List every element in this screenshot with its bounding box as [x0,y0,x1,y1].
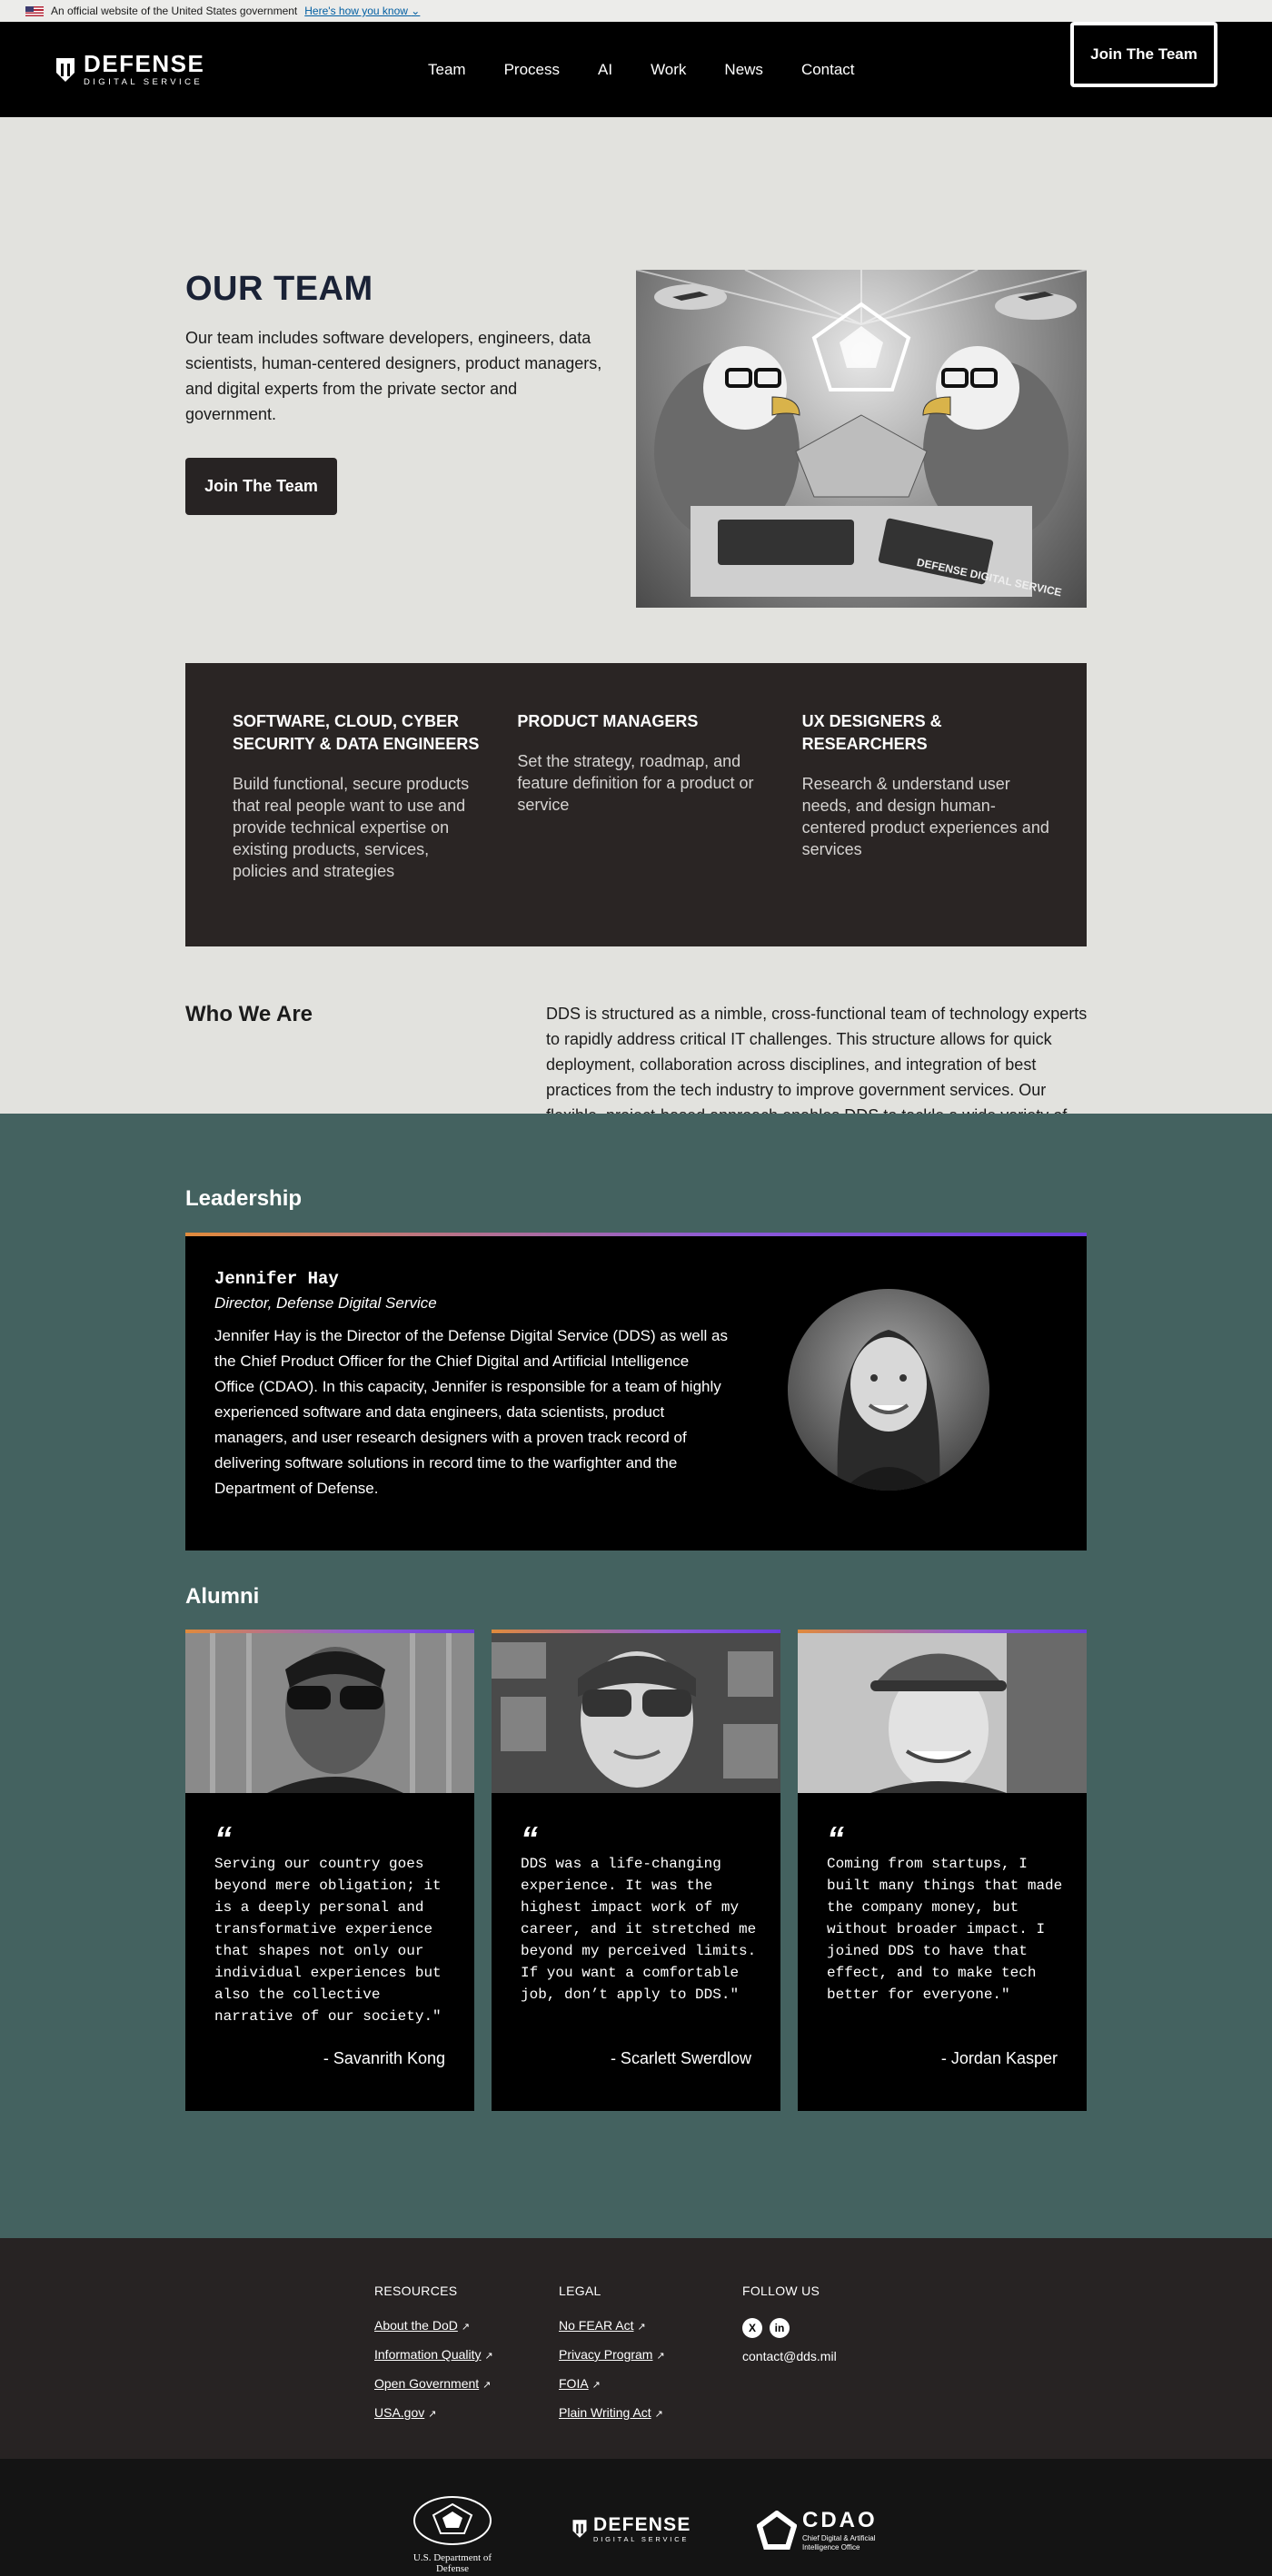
nav-process[interactable]: Process [504,61,560,79]
hero-illustration: DEFENSE DIGITAL SERVICE [636,270,1087,608]
external-link-icon: ↗ [591,2380,601,2391]
heres-how-you-know-link[interactable]: Here's how you know ⌄ [304,5,420,17]
alumni-quote: Serving our country goes beyond mere obl… [214,1856,442,2025]
card-accent-bar [185,1233,1087,1236]
our-team-section: OUR TEAM Our team includes software deve… [0,117,1272,1150]
alumni-name: - Savanrith Kong [323,2049,445,2067]
leader-photo [788,1289,989,1491]
dod-logo[interactable]: U.S. Department of Defense [398,2495,507,2574]
people-section: Leadership Jennifer Hay Director, Defens… [0,1114,1272,2238]
role-title: SOFTWARE, CLOUD, CYBER SECURITY & DATA E… [233,712,480,753]
main-nav: Team Process AI Work News Contact [428,22,855,117]
quote-icon: “ [521,1820,538,1858]
site-footer: RESOURCES About the DoD ↗ Information Qua… [0,2238,1272,2459]
footer-heading: FOLLOW US [742,2284,820,2298]
footer-link-information-quality[interactable]: Information Quality ↗ [374,2347,493,2362]
footer-logo-title: DEFENSE [593,2514,691,2535]
footer-logos: U.S. Department of Defense DEFENSE DIGIT… [0,2459,1272,2576]
dod-caption: U.S. Department of Defense [412,2552,492,2574]
x-icon[interactable]: X [742,2318,762,2338]
who-we-are-heading: Who We Are [185,1002,313,1026]
team-intro: Our team includes software developers, e… [185,329,602,423]
footer-resources: RESOURCES About the DoD ↗ Information Qua… [374,2284,493,2434]
leadership-card: Jennifer Hay Director, Defense Digital S… [185,1233,1087,1551]
role-engineers: SOFTWARE, CLOUD, CYBER SECURITY & DATA E… [233,710,517,946]
role-description: Build functional, secure products that r… [233,775,470,880]
chevron-down-icon: ⌄ [411,5,421,17]
nav-contact[interactable]: Contact [801,61,855,79]
logo-subtitle: DIGITAL SERVICE [84,77,204,88]
footer-logo-subtitle: DIGITAL SERVICE [593,2535,690,2543]
role-title: PRODUCT MANAGERS [517,712,699,730]
external-link-icon: ↗ [484,2351,493,2362]
footer-legal: LEGAL No FEAR Act ↗ Privacy Program ↗ FOIA… [559,2284,665,2434]
role-description: Set the strategy, roadmap, and feature d… [517,752,754,814]
gov-banner: An official website of the United States… [0,0,1272,22]
role-ux-designers: UX DESIGNERS & RESEARCHERS Research & un… [802,710,1087,946]
leader-name: Jennifer Hay [214,1269,339,1289]
dds-footer-logo[interactable]: DEFENSE DIGITAL SERVICE [571,2515,691,2543]
alumni-name: - Scarlett Swerdlow [610,2049,751,2067]
alumni-quote: DDS was a life-changing experience. It w… [521,1856,757,2003]
alumni-heading: Alumni [185,1584,260,1609]
alumni-name: - Jordan Kasper [940,2049,1058,2067]
dds-shield-icon [56,57,75,82]
role-product-managers: PRODUCT MANAGERS Set the strategy, roadm… [517,710,801,946]
pentagon-seal-icon [413,2496,492,2545]
leader-role: Director, Defense Digital Service [214,1294,437,1312]
alumni-photo [185,1633,474,1793]
cdao-logo[interactable]: CDAO Chief Digital & Artificial Intellig… [757,2510,884,2551]
footer-link-no-fear-act[interactable]: No FEAR Act ↗ [559,2318,665,2333]
nav-ai[interactable]: AI [598,61,612,79]
footer-link-privacy-program[interactable]: Privacy Program ↗ [559,2347,665,2362]
alumni-photo [492,1633,780,1793]
contact-email[interactable]: contact@dds.mil [742,2349,837,2363]
quote-icon: “ [827,1820,844,1858]
social-links: X in [742,2318,837,2338]
leadership-heading: Leadership [185,1186,303,1211]
role-description: Research & understand user needs, and de… [801,775,1049,858]
header-join-team-button[interactable]: Join The Team [1070,22,1217,87]
dds-shield-icon [572,2520,587,2538]
external-link-icon: ↗ [428,2409,437,2420]
us-flag-icon [25,5,44,16]
role-title: UX DESIGNERS & RESEARCHERS [801,712,942,753]
cdao-subtitle: Chief Digital & Artificial Intelligence … [802,2534,876,2551]
alumni-quote: Coming from startups, I built many thing… [827,1856,1063,2003]
eagles-illustration: DEFENSE DIGITAL SERVICE [636,270,1087,599]
footer-link-usa-gov[interactable]: USA.gov ↗ [374,2405,493,2420]
footer-link-plain-writing-act[interactable]: Plain Writing Act ↗ [559,2405,665,2420]
linkedin-icon[interactable]: in [770,2318,790,2338]
footer-heading: LEGAL [559,2284,601,2298]
nav-team[interactable]: Team [428,61,466,79]
nav-work[interactable]: Work [651,61,686,79]
external-link-icon: ↗ [461,2322,471,2333]
external-link-icon: ↗ [637,2322,646,2333]
footer-follow: FOLLOW US X in contact@dds.mil [742,2284,837,2363]
nav-news[interactable]: News [724,61,763,79]
external-link-icon: ↗ [482,2380,492,2391]
gov-banner-text: An official website of the United States… [51,5,298,17]
external-link-icon: ↗ [654,2409,663,2420]
alumni-card: “ Coming from startups, I built many thi… [798,1630,1087,2111]
cdao-pentagon-icon [757,2511,797,2551]
alumni-card: “ Serving our country goes beyond mere o… [185,1630,474,2111]
logo-title: DEFENSE [84,50,205,78]
cdao-title: CDAO [802,2508,878,2532]
footer-link-foia[interactable]: FOIA ↗ [559,2376,665,2391]
site-header: DEFENSE DIGITAL SERVICE Team Process AI … [0,22,1272,117]
alumni-photo [798,1633,1087,1793]
page-title: OUR TEAM [185,270,373,308]
leader-bio: Jennifer Hay is the Director of the Defe… [214,1327,728,1497]
dds-logo[interactable]: DEFENSE DIGITAL SERVICE [55,52,204,87]
roles-panel: SOFTWARE, CLOUD, CYBER SECURITY & DATA E… [185,663,1087,946]
footer-link-open-government[interactable]: Open Government ↗ [374,2376,493,2391]
quote-icon: “ [214,1820,232,1858]
external-link-icon: ↗ [656,2351,665,2362]
footer-link-about-dod[interactable]: About the DoD ↗ [374,2318,493,2333]
footer-heading: RESOURCES [374,2284,458,2298]
join-team-button[interactable]: Join The Team [185,458,337,515]
alumni-card: “ DDS was a life-changing experience. It… [492,1630,780,2111]
